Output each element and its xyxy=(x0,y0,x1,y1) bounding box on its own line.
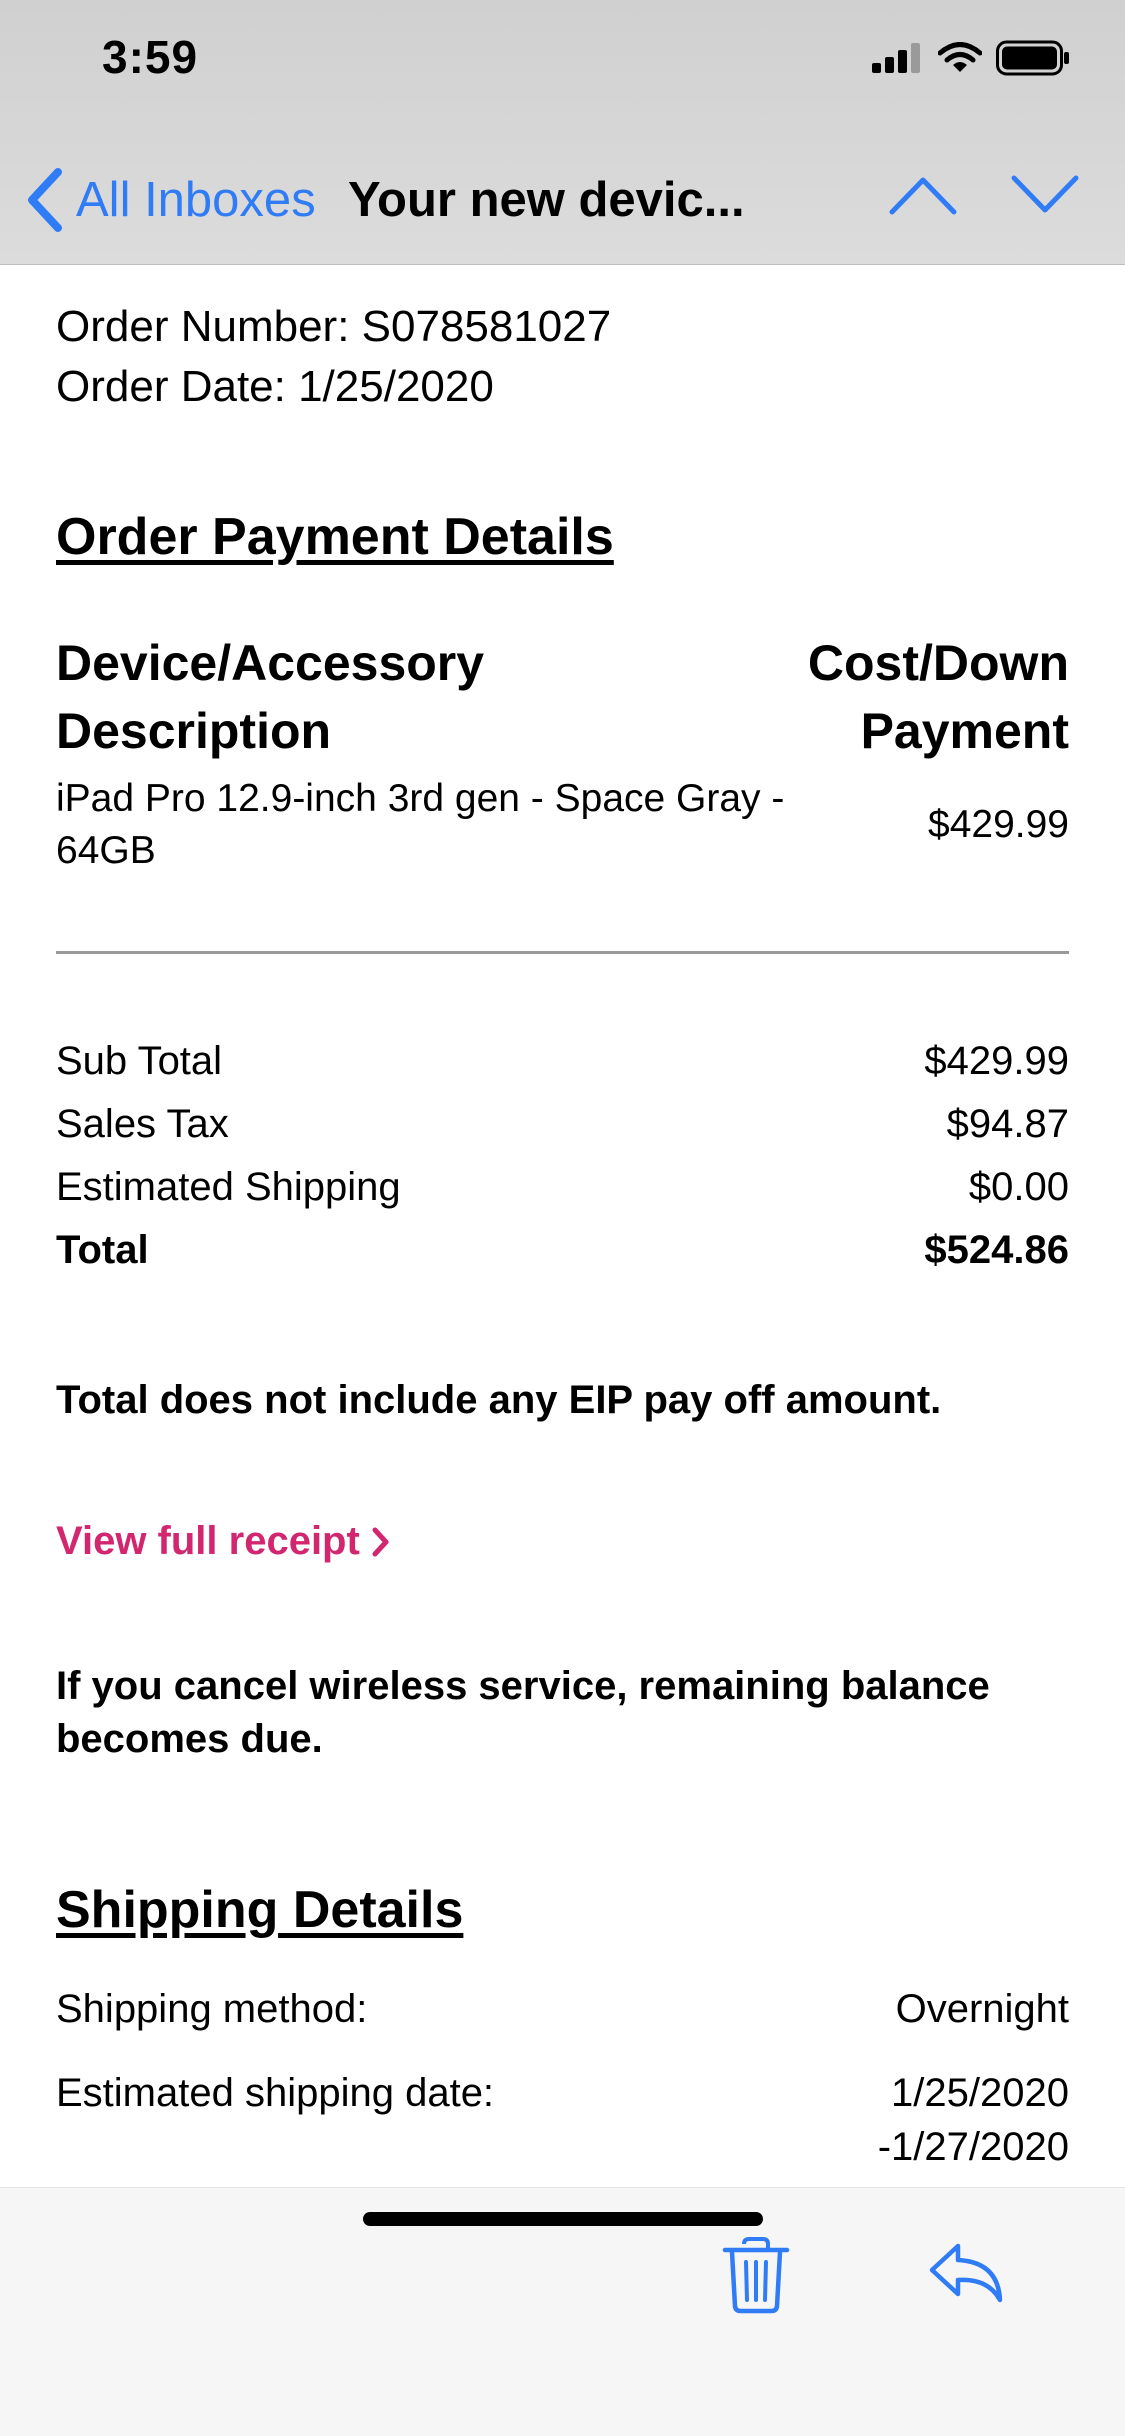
back-button[interactable]: All Inboxes xyxy=(24,168,316,232)
trash-icon xyxy=(722,2237,790,2314)
divider xyxy=(56,951,1069,954)
sales-tax-value: $94.87 xyxy=(946,1102,1069,1146)
shipping-method-label: Shipping method: xyxy=(56,1987,368,2031)
shipping-cost-row: Estimated Shipping $0.00 xyxy=(56,1156,1069,1219)
subtotal-label: Sub Total xyxy=(56,1039,223,1083)
back-label: All Inboxes xyxy=(76,173,316,227)
home-indicator[interactable] xyxy=(363,2212,763,2226)
next-message-button[interactable] xyxy=(1010,172,1080,223)
chevron-left-icon xyxy=(28,168,62,232)
subtotal-value: $429.99 xyxy=(924,1039,1069,1083)
order-date: Order Date: 1/25/2020 xyxy=(56,362,494,411)
chevron-right-icon xyxy=(372,1527,389,1556)
navigation-header: 3:59 All Inboxes Your new devic... xyxy=(0,0,1125,265)
shipping-date-value: 1/25/2020 -1/27/2020 xyxy=(878,2066,1069,2174)
view-full-receipt-link[interactable]: View full receipt xyxy=(56,1519,390,1564)
sales-tax-label: Sales Tax xyxy=(56,1102,229,1146)
subtotal-row: Sub Total $429.99 xyxy=(56,1030,1069,1093)
item-price: $429.99 xyxy=(928,803,1069,846)
status-icons xyxy=(872,40,1070,76)
battery-icon xyxy=(996,40,1069,76)
cost-header-line-2: Payment xyxy=(860,703,1069,759)
chevron-down-icon xyxy=(1011,175,1079,213)
cost-column-header: Cost/Down Payment xyxy=(808,629,1069,765)
cellular-signal-icon xyxy=(872,43,920,73)
shipping-method-value: Overnight xyxy=(895,1987,1069,2031)
email-body: Order Number: S078581027 Order Date: 1/2… xyxy=(56,265,1069,2174)
total-value: $524.86 xyxy=(924,1228,1069,1272)
description-header-line-2: Description xyxy=(56,703,332,759)
email-subject: Your new devic... xyxy=(348,173,745,227)
wifi-icon xyxy=(938,42,982,72)
shipping-date-label: Estimated shipping date: xyxy=(56,2071,495,2115)
status-time: 3:59 xyxy=(102,31,199,83)
totals-table: Sub Total $429.99 Sales Tax $94.87 Estim… xyxy=(56,1030,1069,1282)
previous-message-button[interactable] xyxy=(888,172,958,223)
shipping-cost-label: Estimated Shipping xyxy=(56,1165,401,1209)
shipping-section-title: Shipping Details xyxy=(56,1881,464,1939)
order-meta: Order Number: S078581027 Order Date: 1/2… xyxy=(56,297,1069,417)
cancel-service-note: If you cancel wireless service, remainin… xyxy=(56,1664,990,1761)
total-label: Total xyxy=(56,1228,149,1272)
description-header-line-1: Device/Accessory xyxy=(56,635,485,691)
shipping-date-row: Estimated shipping date: 1/25/2020 -1/27… xyxy=(56,2066,1069,2174)
sales-tax-row: Sales Tax $94.87 xyxy=(56,1093,1069,1156)
reply-arrow-icon xyxy=(929,2243,1003,2303)
reply-button[interactable] xyxy=(928,2240,1004,2309)
shipping-date-start: 1/25/2020 xyxy=(891,2071,1069,2115)
shipping-cost-value: $0.00 xyxy=(968,1165,1069,1209)
mail-navigation-bar: All Inboxes Your new devic... xyxy=(0,160,1125,240)
cost-header-line-1: Cost/Down xyxy=(807,635,1069,691)
total-row: Total $524.86 xyxy=(56,1219,1069,1282)
delete-button[interactable] xyxy=(722,2236,790,2319)
item-description: iPad Pro 12.9-inch 3rd gen - Space Gray … xyxy=(56,777,785,872)
payment-column-headers: Device/Accessory Description Cost/Down P… xyxy=(56,629,1069,765)
shipping-date-end: -1/27/2020 xyxy=(877,2125,1069,2169)
order-number: Order Number: S078581027 xyxy=(56,302,612,351)
chevron-up-icon xyxy=(889,177,957,215)
order-item-row: iPad Pro 12.9-inch 3rd gen - Space Gray … xyxy=(56,773,1069,877)
description-column-header: Device/Accessory Description xyxy=(56,629,484,765)
eip-note: Total does not include any EIP pay off a… xyxy=(56,1378,942,1422)
shipping-method-row: Shipping method: Overnight xyxy=(56,1982,1069,2036)
payment-section-title: Order Payment Details xyxy=(56,508,614,566)
receipt-link-label: View full receipt xyxy=(56,1519,360,1563)
